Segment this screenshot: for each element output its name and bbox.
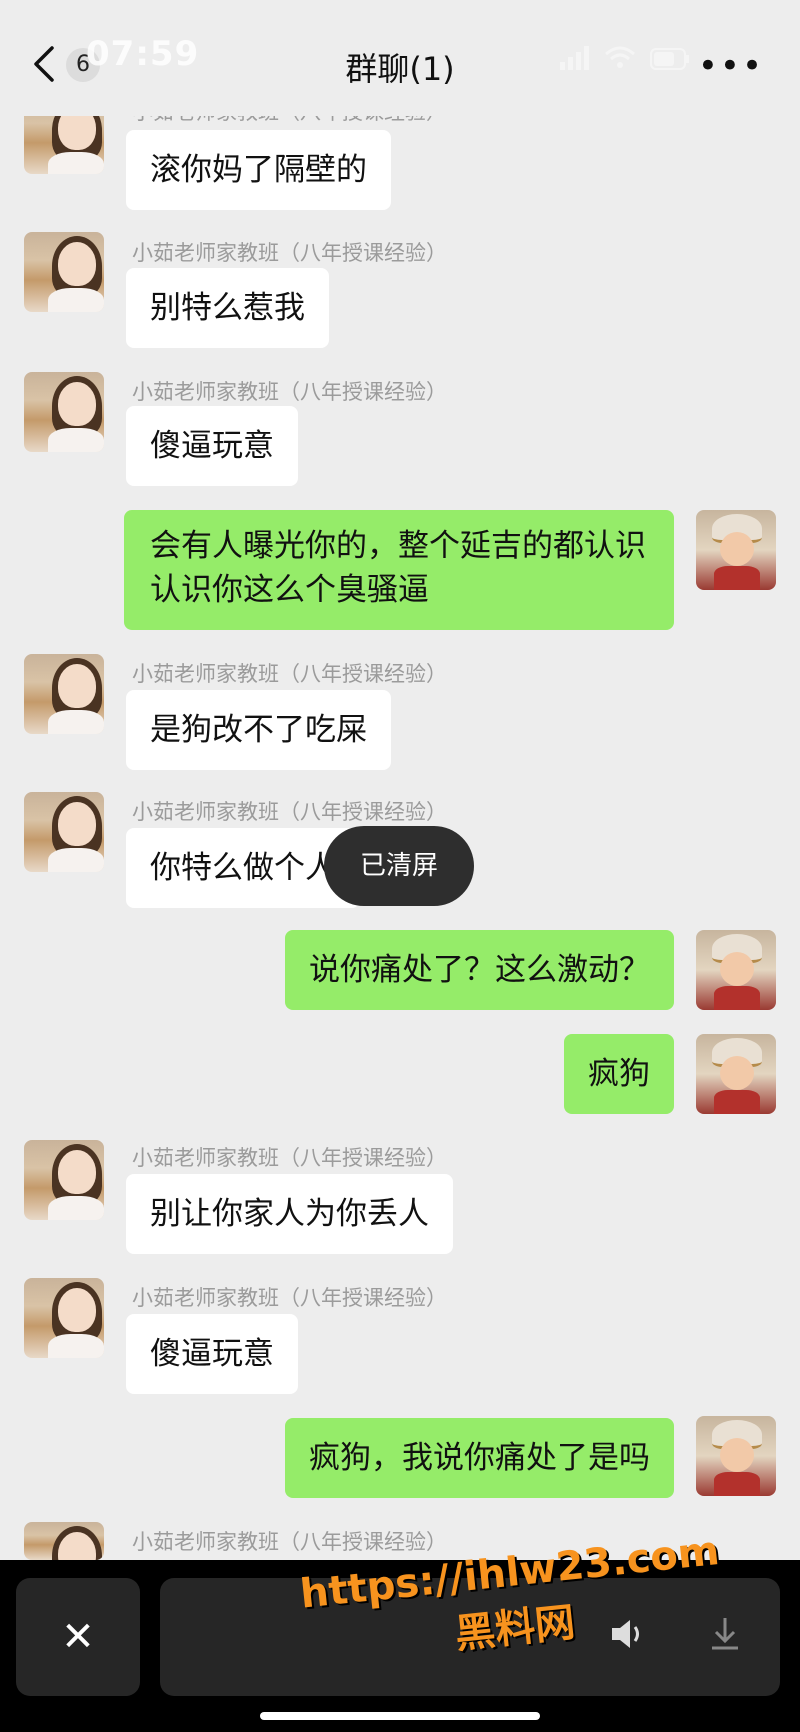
message-bubble[interactable]: 说你痛处了？这么激动？ xyxy=(285,930,674,1010)
message-bubble[interactable]: 疯狗，我说你痛处了是吗 xyxy=(285,1418,674,1498)
sender-name: 小茹老师家教班（八年授课经验） xyxy=(132,662,447,686)
chat-area: 小茹老师家教班（八年授课经验） 滚你妈了隔壁的 小茹老师家教班（八年授课经验） … xyxy=(0,0,800,1560)
avatar[interactable] xyxy=(24,372,104,452)
avatar[interactable] xyxy=(696,1416,776,1496)
avatar[interactable] xyxy=(696,930,776,1010)
close-icon: ✕ xyxy=(61,1614,95,1660)
home-indicator[interactable] xyxy=(260,1712,540,1720)
close-button[interactable]: ✕ xyxy=(16,1578,140,1696)
signal-icon xyxy=(560,46,589,70)
message-bubble[interactable]: 别让你家人为你丢人 xyxy=(126,1174,453,1254)
avatar[interactable] xyxy=(24,232,104,312)
avatar[interactable] xyxy=(24,654,104,734)
avatar[interactable] xyxy=(24,1522,104,1560)
toast-message: 已清屏 xyxy=(324,826,474,906)
message-bubble[interactable]: 傻逼玩意 xyxy=(126,1314,298,1394)
avatar[interactable] xyxy=(24,792,104,872)
message-bubble[interactable]: 会有人曝光你的，整个延吉的都认识认识你这么个臭骚逼 xyxy=(124,510,674,630)
message-bubble[interactable]: 是狗改不了吃屎 xyxy=(126,690,391,770)
sender-name: 小茹老师家教班（八年授课经验） xyxy=(132,1530,447,1554)
avatar[interactable] xyxy=(24,1140,104,1220)
avatar[interactable] xyxy=(696,1034,776,1114)
chat-header: 6 07:59 群聊(1) ••• xyxy=(0,0,800,116)
message-bubble[interactable]: 疯狗 xyxy=(564,1034,674,1114)
sender-name: 小茹老师家教班（八年授课经验） xyxy=(132,241,447,265)
avatar[interactable] xyxy=(24,1278,104,1358)
sender-name: 小茹老师家教班（八年授课经验） xyxy=(132,1286,447,1310)
message-bubble[interactable]: 别特么惹我 xyxy=(126,268,329,348)
message-bubble[interactable]: 傻逼玩意 xyxy=(126,406,298,486)
message-bubble[interactable]: 滚你妈了隔壁的 xyxy=(126,130,391,210)
status-icons xyxy=(560,40,690,70)
more-icon[interactable]: ••• xyxy=(698,46,764,86)
wifi-icon xyxy=(605,46,635,68)
sender-name: 小茹老师家教班（八年授课经验） xyxy=(132,800,447,824)
avatar[interactable] xyxy=(696,510,776,590)
battery-icon xyxy=(650,48,689,70)
sender-name: 小茹老师家教班（八年授课经验） xyxy=(132,1146,447,1170)
sender-name: 小茹老师家教班（八年授课经验） xyxy=(132,380,447,404)
